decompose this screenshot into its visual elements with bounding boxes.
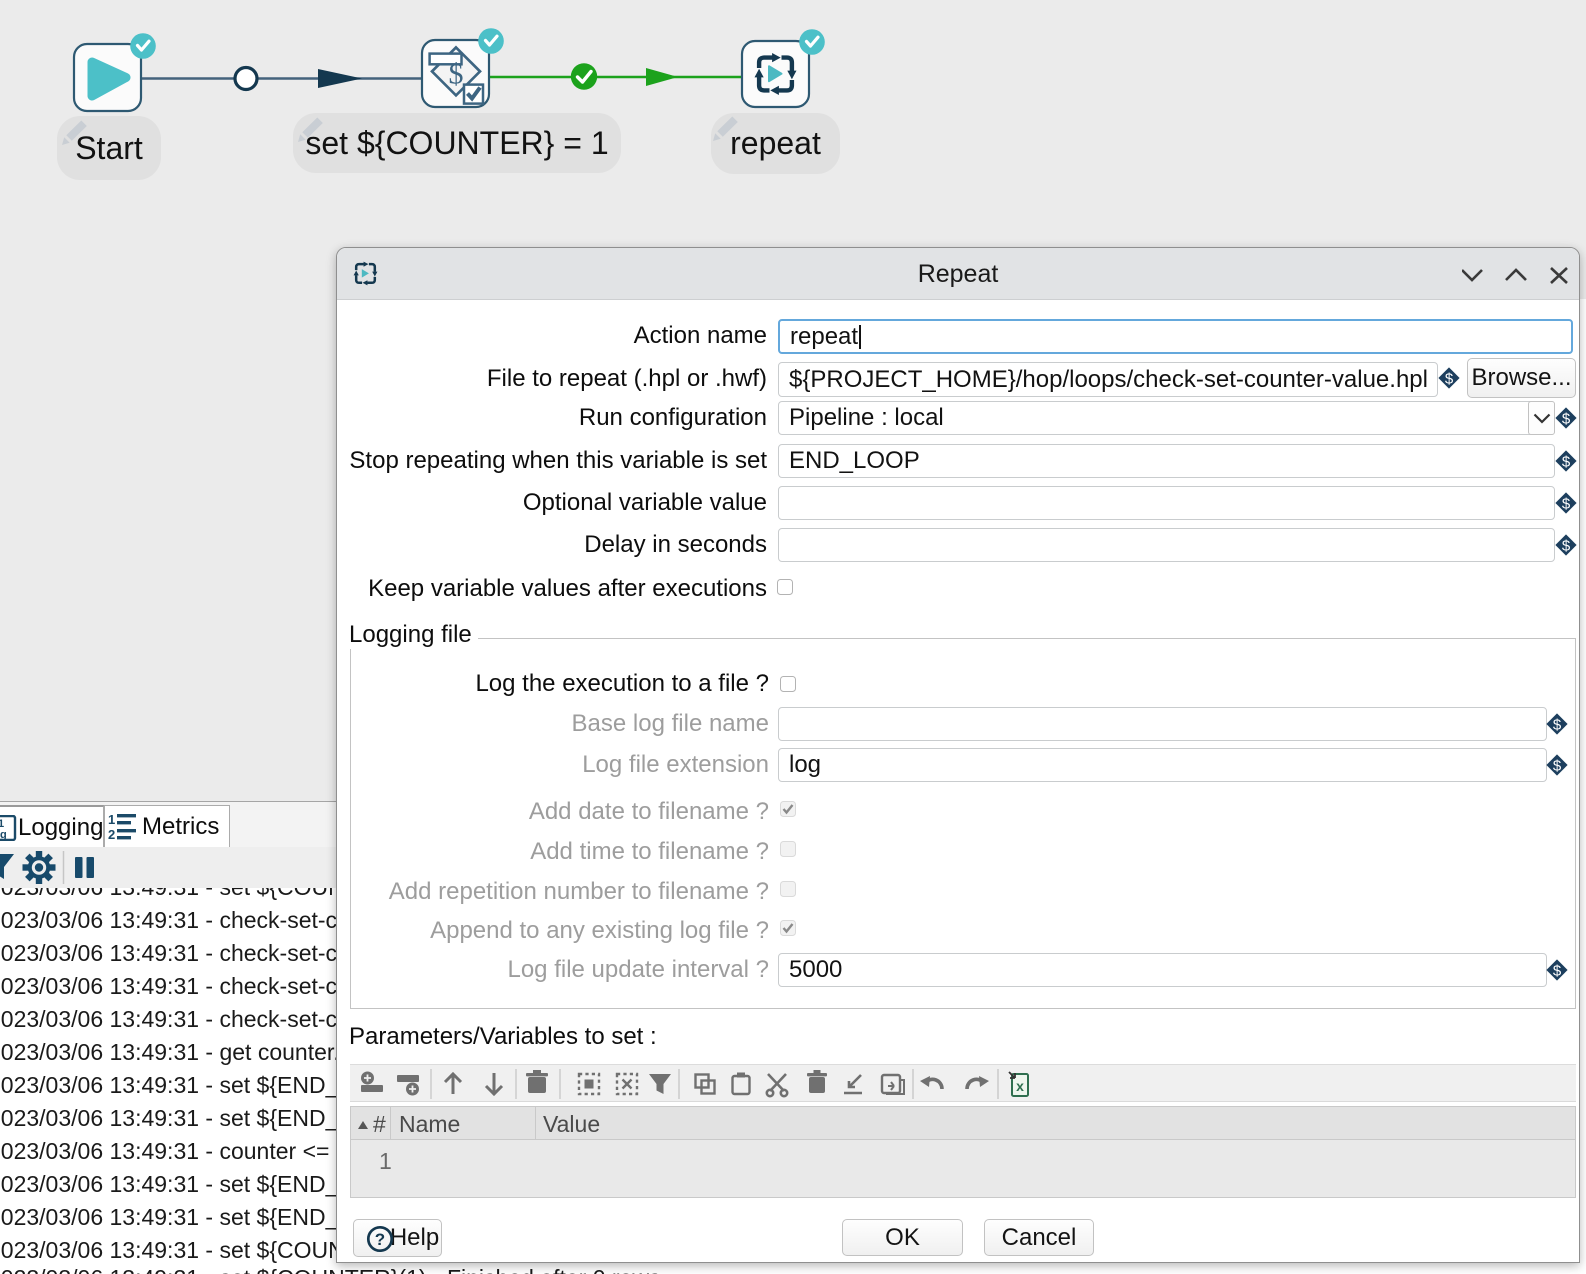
svg-text:$: $	[1562, 538, 1571, 555]
svg-text:g: g	[0, 829, 7, 841]
svg-text:x: x	[1016, 1078, 1024, 1094]
svg-text:1: 1	[108, 812, 115, 827]
svg-text:$: $	[1553, 963, 1562, 980]
svg-text:$: $	[1445, 371, 1454, 388]
svg-text:?: ?	[375, 1230, 385, 1249]
svg-text:$: $	[1562, 411, 1571, 428]
svg-text:2: 2	[108, 827, 115, 842]
svg-text:$: $	[1562, 496, 1571, 513]
svg-text:$: $	[1562, 454, 1571, 471]
svg-text:$: $	[1553, 758, 1562, 775]
svg-text:$: $	[1553, 717, 1562, 734]
